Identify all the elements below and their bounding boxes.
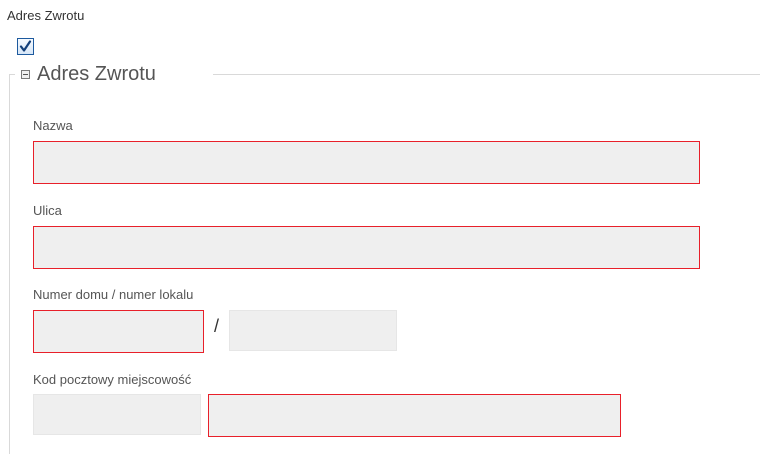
kod-label: Kod pocztowy miejscowość — [33, 372, 192, 387]
postal-code-input[interactable] — [33, 394, 201, 435]
ulica-input[interactable] — [33, 226, 700, 269]
number-separator: / — [214, 316, 220, 336]
nazwa-label: Nazwa — [33, 118, 73, 133]
fieldset-border-top-right — [213, 74, 760, 75]
fieldset-legend: Adres Zwrotu — [37, 63, 156, 85]
house-number-input[interactable] — [33, 310, 204, 353]
ulica-label: Ulica — [33, 203, 62, 218]
adres-zwrotu-checkbox-label: Adres Zwrotu — [7, 8, 85, 23]
checkmark-icon — [19, 40, 32, 52]
fieldset-border-left — [9, 74, 10, 454]
numer-label: Numer domu / numer lokalu — [33, 287, 194, 302]
adres-zwrotu-checkbox[interactable] — [17, 38, 34, 55]
nazwa-input[interactable] — [33, 141, 700, 184]
city-input[interactable] — [208, 394, 621, 437]
apartment-number-input[interactable] — [229, 310, 397, 351]
collapse-icon[interactable] — [21, 70, 30, 79]
